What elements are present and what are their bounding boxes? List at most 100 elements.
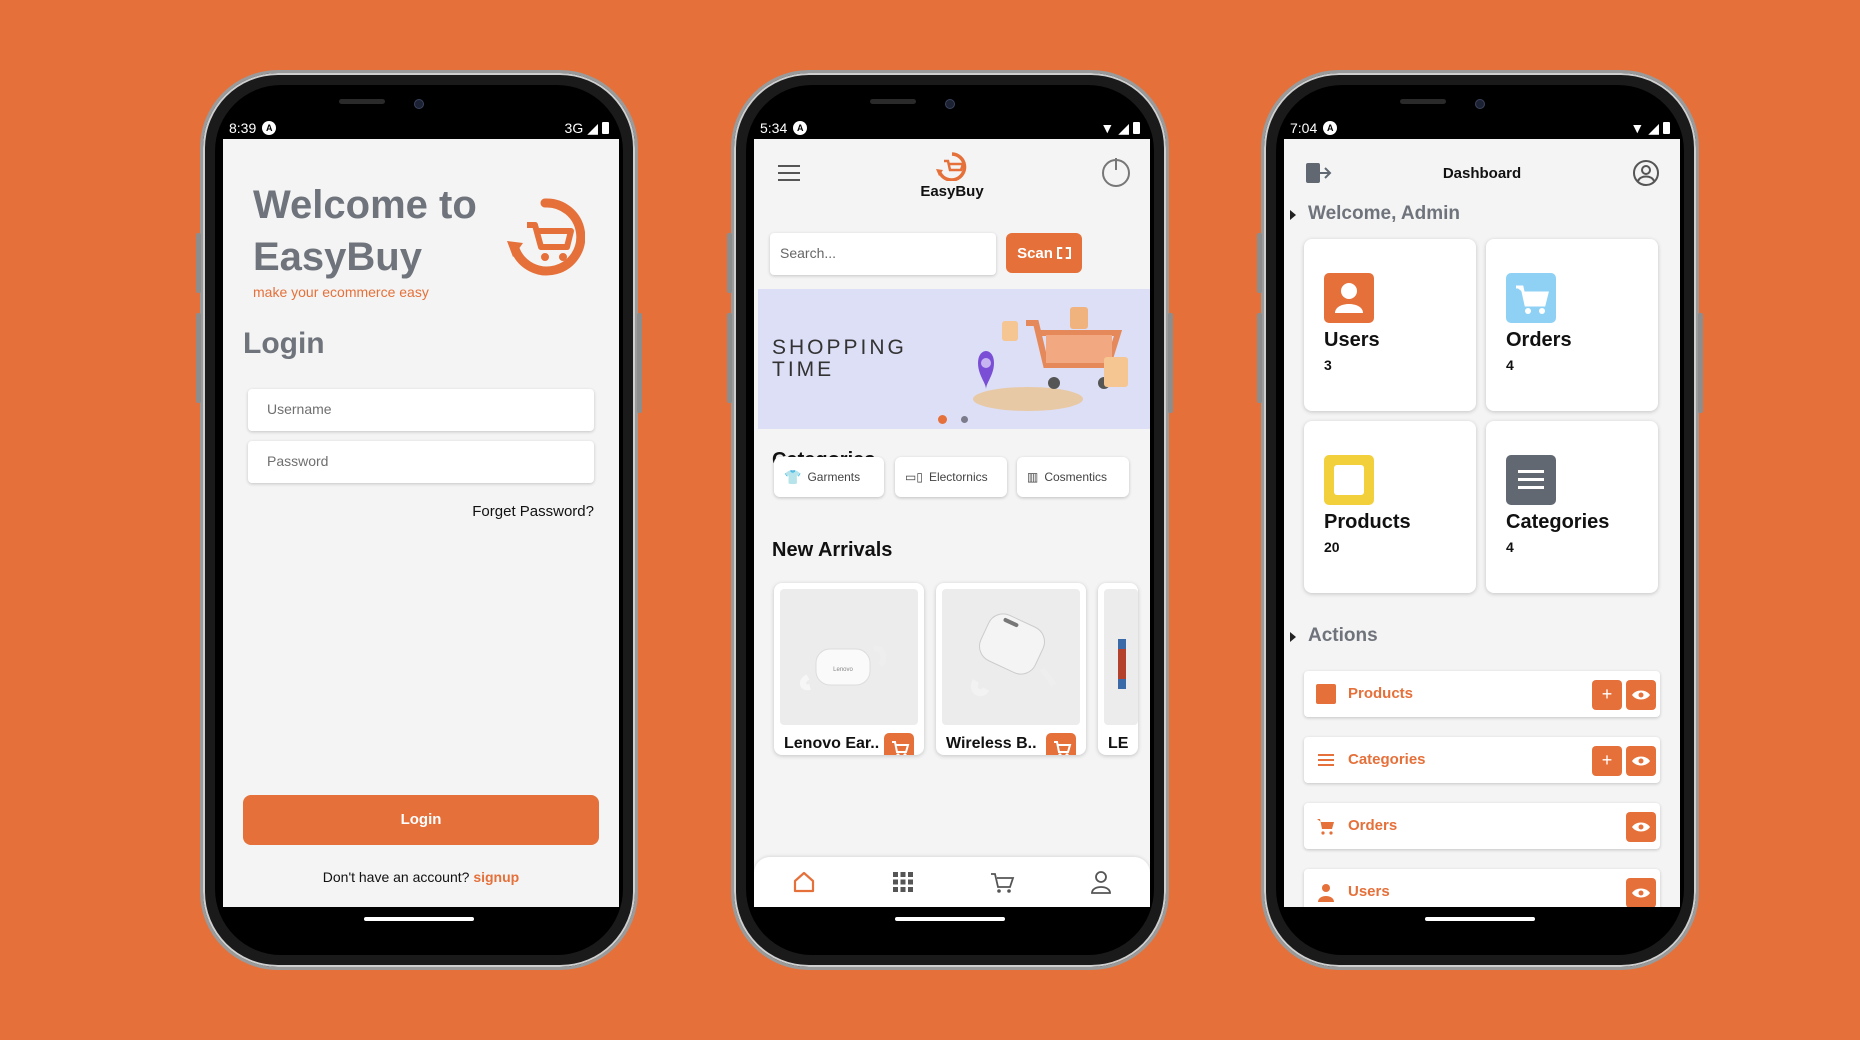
battery-icon xyxy=(602,122,609,134)
eye-icon xyxy=(1632,756,1650,766)
no-account-text: Don't have an account? xyxy=(322,869,470,885)
action-row-users[interactable]: Users xyxy=(1304,869,1660,907)
grid-icon[interactable] xyxy=(890,869,916,895)
tile-label: Orders xyxy=(1506,329,1572,351)
login-screen: Welcome to EasyBuy make your ecommerce e… xyxy=(223,139,619,907)
forget-password-link[interactable]: Forget Password? xyxy=(472,503,594,520)
search-input[interactable]: Search... xyxy=(770,233,996,275)
menu-icon[interactable] xyxy=(778,165,800,183)
product-card[interactable]: Wireless B.. 4$ xyxy=(936,583,1086,755)
expand-arrow-icon[interactable] xyxy=(1290,632,1296,642)
status-bar: 7:04 A ▼ ◢ xyxy=(1290,117,1670,139)
category-label: Garments xyxy=(807,470,861,484)
bottom-nav xyxy=(754,857,1150,907)
categories-icon xyxy=(1506,455,1556,505)
power-icon[interactable] xyxy=(1102,158,1130,187)
home-icon[interactable] xyxy=(791,869,817,895)
products-tile[interactable]: Products 20 xyxy=(1304,421,1476,593)
scan-button[interactable]: Scan xyxy=(1006,233,1082,273)
password-field[interactable]: Password xyxy=(248,441,594,483)
username-field[interactable]: Username xyxy=(248,389,594,431)
cart-icon xyxy=(1317,819,1334,835)
products-icon xyxy=(1324,455,1374,505)
svg-text:Lenovo: Lenovo xyxy=(833,667,853,673)
view-button[interactable] xyxy=(1626,878,1656,907)
tile-count: 20 xyxy=(1324,539,1340,555)
cart-icon[interactable] xyxy=(989,869,1015,895)
carousel-dot[interactable] xyxy=(961,416,968,423)
scan-icon xyxy=(1056,247,1071,259)
add-to-cart-button[interactable] xyxy=(884,733,914,755)
android-icon: A xyxy=(793,121,808,135)
categories-tile[interactable]: Categories 4 xyxy=(1486,421,1658,593)
tile-count: 4 xyxy=(1506,357,1514,373)
product-name: Lenovo Ear.. xyxy=(784,735,880,752)
signal-icon: ◢ xyxy=(587,119,598,136)
signal-icon: ◢ xyxy=(1648,119,1659,136)
category-label: Cosmentics xyxy=(1044,470,1108,484)
users-icon xyxy=(1324,273,1374,323)
cosmetics-icon: ▥ xyxy=(1027,470,1039,484)
phone-home: 5:34 A ▼ ◢ EasyBuy Search... Scan SHOPPI… xyxy=(727,70,1173,970)
profile-icon[interactable] xyxy=(1088,869,1114,895)
signup-link[interactable]: signup xyxy=(473,869,519,885)
home-indicator[interactable] xyxy=(364,917,474,921)
list-icon xyxy=(1318,754,1334,766)
orders-tile[interactable]: Orders 4 xyxy=(1486,239,1658,411)
camera xyxy=(414,99,424,109)
dashboard-title: Dashboard xyxy=(1442,165,1522,182)
easybuy-logo-icon xyxy=(936,152,967,181)
tile-label: Users xyxy=(1324,329,1380,351)
action-row-orders[interactable]: Orders xyxy=(1304,803,1660,849)
action-label: Orders xyxy=(1348,817,1398,834)
product-card[interactable]: LE 16 xyxy=(1098,583,1138,755)
battery-icon xyxy=(1663,122,1670,134)
user-icon xyxy=(1318,884,1334,902)
view-button[interactable] xyxy=(1626,680,1656,710)
category-chip-electronics[interactable]: ▭▯ Electornics xyxy=(895,457,1007,497)
scan-label: Scan xyxy=(1017,244,1053,262)
phone-login: 8:39 A 3G ◢ Welcome to EasyBuy make your… xyxy=(196,70,642,970)
action-label: Users xyxy=(1348,883,1390,900)
orders-icon xyxy=(1506,273,1556,323)
home-indicator[interactable] xyxy=(895,917,1005,921)
dashboard-screen: Dashboard Welcome, Admin Users 3 Orders xyxy=(1284,139,1680,907)
add-to-cart-button[interactable] xyxy=(1046,733,1076,755)
product-card[interactable]: Lenovo Lenovo Ear.. 9$ xyxy=(774,583,924,755)
promo-banner[interactable]: SHOPPING TIME xyxy=(758,289,1150,429)
view-button[interactable] xyxy=(1626,746,1656,776)
cart-icon xyxy=(1054,741,1072,755)
product-name: Wireless B.. xyxy=(946,735,1037,752)
actions-heading: Actions xyxy=(1308,625,1378,646)
view-button[interactable] xyxy=(1626,812,1656,842)
status-time: 5:34 xyxy=(760,120,788,136)
carousel-dot-active[interactable] xyxy=(938,415,947,424)
android-icon: A xyxy=(1323,121,1338,135)
network-label: 3G xyxy=(564,120,584,136)
home-indicator[interactable] xyxy=(1425,917,1535,921)
status-time: 7:04 xyxy=(1290,120,1318,136)
category-chip-garments[interactable]: 👕 Garments xyxy=(774,457,884,497)
eye-icon xyxy=(1632,822,1650,832)
tagline: make your ecommerce easy xyxy=(253,284,429,300)
tile-label: Products xyxy=(1324,511,1411,533)
account-icon[interactable] xyxy=(1632,159,1660,187)
home-screen: EasyBuy Search... Scan SHOPPING TIME 👕 G… xyxy=(754,139,1150,907)
tile-count: 3 xyxy=(1324,357,1332,373)
wifi-icon: ▼ xyxy=(1630,120,1645,136)
phone-dashboard: 7:04 A ▼ ◢ Dashboard Welcome, Admin User… xyxy=(1257,70,1703,970)
add-button[interactable]: + xyxy=(1592,746,1622,776)
category-chip-cosmetics[interactable]: ▥ Cosmentics xyxy=(1017,457,1129,497)
action-row-products[interactable]: Products + xyxy=(1304,671,1660,717)
login-button[interactable]: Login xyxy=(243,795,599,845)
add-button[interactable]: + xyxy=(1592,680,1622,710)
tile-count: 4 xyxy=(1506,539,1514,555)
status-time: 8:39 xyxy=(229,120,257,136)
users-tile[interactable]: Users 3 xyxy=(1304,239,1476,411)
status-bar: 5:34 A ▼ ◢ xyxy=(760,117,1140,139)
action-row-categories[interactable]: Categories + xyxy=(1304,737,1660,783)
new-arrivals-heading: New Arrivals xyxy=(772,539,893,561)
login-title: Login xyxy=(243,327,325,360)
product-image xyxy=(942,589,1080,725)
expand-arrow-icon[interactable] xyxy=(1290,210,1296,220)
